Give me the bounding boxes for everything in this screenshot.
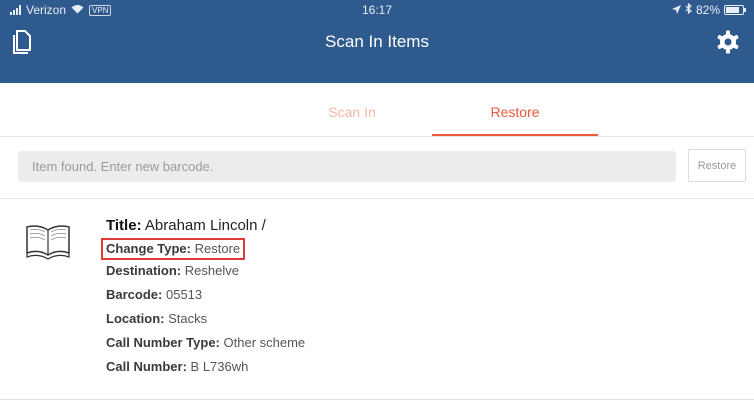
call-number-value: B L736wh	[190, 359, 249, 374]
destination-row: Destination: Reshelve	[106, 264, 305, 278]
item-details: Title: Abraham Lincoln / Change Type: Re…	[101, 217, 305, 384]
call-number-label: Call Number:	[106, 359, 187, 374]
barcode-value: 05513	[165, 287, 203, 302]
tab-bar: Scan In Restore	[0, 88, 754, 137]
change-type-highlight: Change Type: Restore	[101, 238, 246, 260]
status-right: 82%	[671, 2, 746, 17]
change-type-value: Restore	[194, 241, 241, 256]
bottom-divider	[0, 399, 754, 400]
bluetooth-icon	[685, 2, 692, 17]
battery-icon	[724, 5, 746, 15]
status-bar: Verizon VPN 16:17 82%	[0, 0, 754, 20]
battery-fill	[726, 7, 739, 13]
barcode-label: Barcode:	[106, 287, 163, 302]
barcode-input[interactable]	[18, 151, 676, 182]
call-number-type-row: Call Number Type: Other scheme	[106, 336, 305, 350]
destination-value: Reshelve	[184, 263, 239, 278]
location-label: Location:	[106, 311, 165, 326]
status-time: 16:17	[361, 3, 393, 17]
divider	[0, 198, 754, 199]
item-title-row: Title: Abraham Lincoln /	[106, 217, 305, 234]
restore-button[interactable]: Restore	[688, 149, 746, 182]
tab-restore[interactable]: Restore	[432, 88, 598, 136]
gear-icon[interactable]	[716, 30, 740, 59]
destination-label: Destination:	[106, 263, 182, 278]
call-number-row: Call Number: B L736wh	[106, 360, 305, 374]
barcode-row: Barcode: 05513	[106, 288, 305, 302]
change-type-row: Change Type: Restore	[106, 242, 240, 256]
location-value: Stacks	[168, 311, 208, 326]
nav-bar: Scan In Items	[0, 20, 754, 83]
page-title: Scan In Items	[325, 32, 429, 51]
item-title-label: Title:	[106, 217, 142, 234]
tab-scan-in[interactable]: Scan In	[272, 88, 432, 136]
call-number-type-label: Call Number Type:	[106, 335, 220, 350]
item-title-value: Abraham Lincoln /	[144, 217, 266, 234]
location-arrow-icon	[671, 3, 681, 17]
call-number-type-value: Other scheme	[223, 335, 306, 350]
location-row: Location: Stacks	[106, 312, 305, 326]
battery-percent: 82%	[695, 3, 720, 17]
change-type-label: Change Type:	[106, 241, 191, 256]
book-icon	[24, 222, 72, 267]
